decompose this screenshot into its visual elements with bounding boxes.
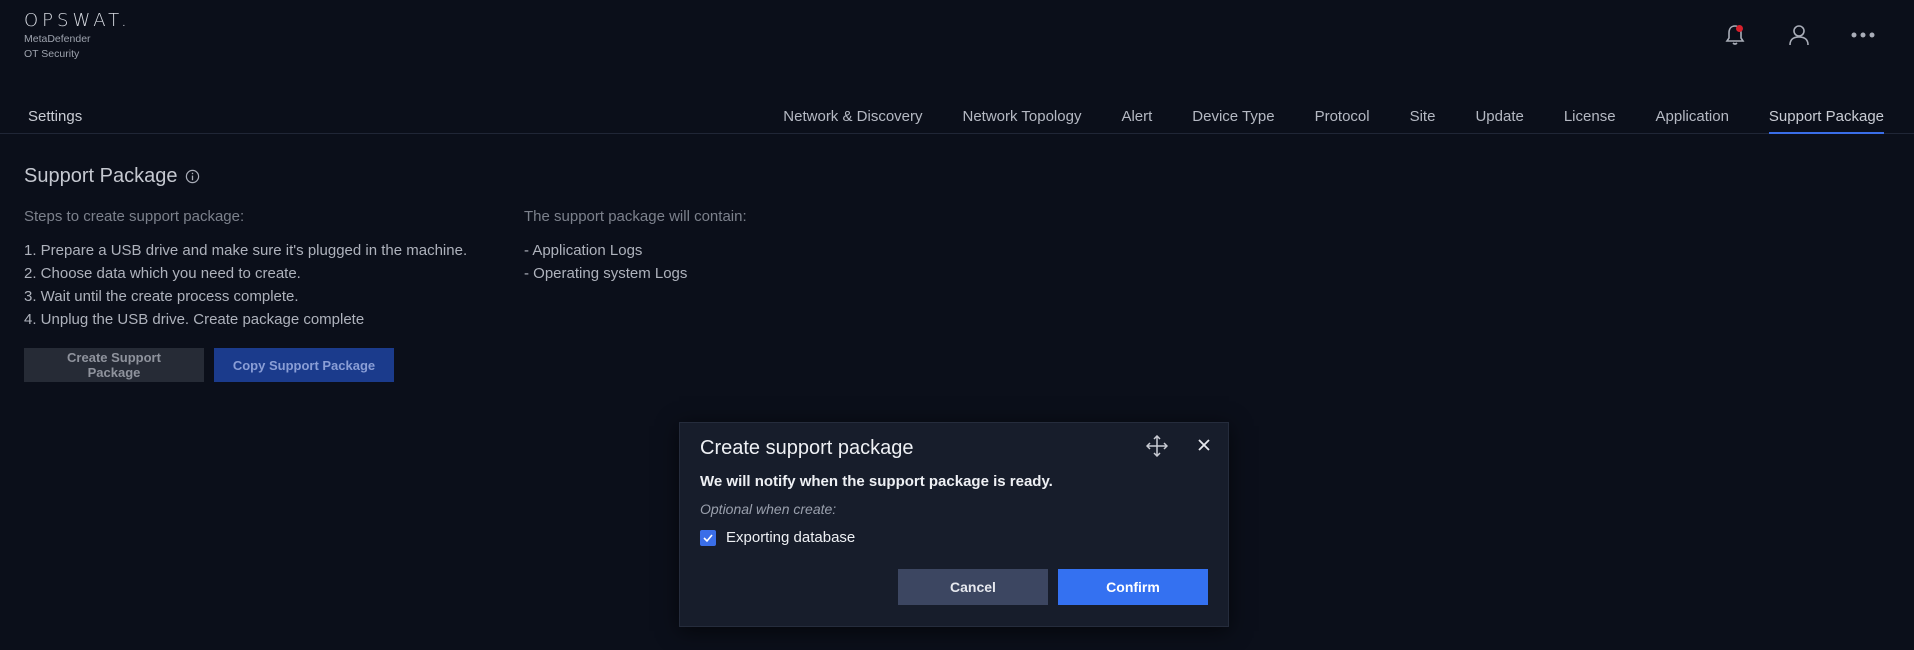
steps-heading: Steps to create support package:	[24, 208, 245, 225]
confirm-button[interactable]: Confirm	[1058, 569, 1208, 605]
page-title-text: Support Package	[24, 165, 178, 187]
move-icon[interactable]	[1146, 435, 1168, 457]
copy-support-package-button[interactable]: Copy Support Package	[214, 348, 394, 382]
step-item: 2. Choose data which you need to create.	[24, 265, 301, 282]
logo-wordmark: OPSWAT.	[24, 10, 131, 31]
contains-section: The support package will contain: - Appl…	[524, 208, 747, 285]
dialog-title: Create support package	[700, 437, 914, 459]
user-icon	[1789, 25, 1809, 46]
contains-item: - Operating system Logs	[524, 265, 688, 282]
tab-application[interactable]: Application	[1656, 108, 1729, 134]
tab-network-discovery[interactable]: Network & Discovery	[783, 108, 922, 134]
dialog-actions: Cancel Confirm	[898, 569, 1208, 605]
step-item: 3. Wait until the create process complet…	[24, 288, 299, 305]
page-title: Support Package	[24, 165, 200, 188]
steps-section: Steps to create support package: 1. Prep…	[24, 208, 467, 331]
tab-update[interactable]: Update	[1475, 108, 1523, 134]
tab-site[interactable]: Site	[1410, 108, 1436, 134]
step-item: 4. Unplug the USB drive. Create package …	[24, 311, 365, 328]
nav-title: Settings	[28, 108, 83, 125]
create-support-package-button[interactable]: Create Support Package	[24, 348, 204, 382]
check-icon	[703, 533, 713, 542]
step-item: 1. Prepare a USB drive and make sure it'…	[24, 242, 468, 259]
settings-tabs: Network & Discovery Network Topology Ale…	[783, 108, 1884, 134]
header-actions	[1720, 20, 1878, 50]
tab-network-topology[interactable]: Network Topology	[963, 108, 1082, 134]
product-name-line2: OT Security	[24, 48, 80, 60]
more-icon	[1851, 32, 1875, 38]
create-support-package-dialog: Create support package We will notify wh…	[679, 422, 1229, 627]
tab-support-package[interactable]: Support Package	[1768, 108, 1884, 134]
settings-nav: Settings Network & Discovery Network Top…	[0, 104, 1914, 134]
tab-alert[interactable]: Alert	[1121, 108, 1152, 134]
package-actions: Create Support Package Copy Support Pack…	[24, 348, 394, 382]
tab-license[interactable]: License	[1564, 108, 1616, 134]
checkbox-label: Exporting database	[726, 529, 856, 546]
more-menu-button[interactable]	[1848, 20, 1878, 50]
info-icon[interactable]	[185, 169, 200, 184]
brand-logo: OPSWAT. MetaDefender OT Security	[24, 10, 131, 61]
notifications-button[interactable]	[1720, 20, 1750, 50]
cancel-button[interactable]: Cancel	[898, 569, 1048, 605]
contains-heading: The support package will contain:	[524, 208, 747, 225]
product-name-line1: MetaDefender	[24, 33, 91, 45]
exporting-database-checkbox[interactable]	[700, 529, 716, 546]
dialog-message: We will notify when the support package …	[700, 473, 1053, 490]
notification-badge	[1736, 25, 1743, 32]
exporting-database-option[interactable]: Exporting database	[700, 529, 855, 546]
user-profile-button[interactable]	[1784, 20, 1814, 50]
optional-label: Optional when create:	[700, 501, 837, 517]
tab-protocol[interactable]: Protocol	[1315, 108, 1370, 134]
contains-item: - Application Logs	[524, 242, 643, 259]
close-icon[interactable]	[1194, 435, 1214, 455]
tab-device-type[interactable]: Device Type	[1192, 108, 1274, 134]
